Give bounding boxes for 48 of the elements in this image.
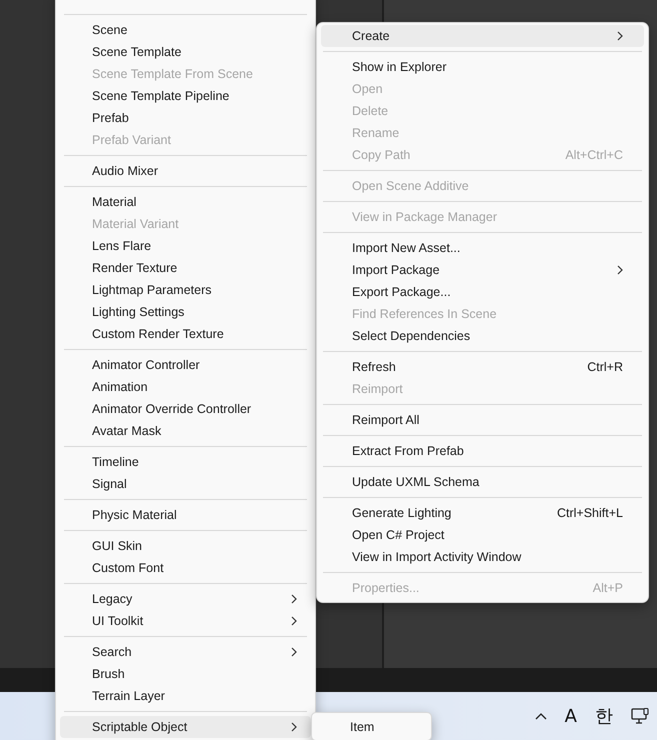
menu-item[interactable]: Import New Asset... bbox=[321, 237, 644, 259]
chevron-up-icon[interactable] bbox=[534, 712, 547, 720]
menu-item[interactable]: Audio Mixer bbox=[60, 160, 311, 182]
menu-item[interactable]: UI Toolkit bbox=[60, 610, 311, 632]
menu-item[interactable]: Avatar Mask bbox=[60, 420, 311, 442]
menu-item[interactable]: Scriptable Object bbox=[60, 716, 311, 738]
menu-item[interactable]: Material bbox=[60, 191, 311, 213]
menu-item[interactable]: Select Dependencies bbox=[321, 325, 644, 347]
menu-item[interactable]: Legacy bbox=[60, 588, 311, 610]
menu-item[interactable]: Import Package bbox=[321, 259, 644, 281]
input-indicator[interactable]: 한 bbox=[595, 704, 613, 728]
menu-item[interactable]: Reimport All bbox=[321, 409, 644, 431]
menu-item[interactable]: Extract From Prefab bbox=[321, 440, 644, 462]
menu-item[interactable]: Search bbox=[60, 641, 311, 663]
menu-item[interactable]: Animation bbox=[60, 376, 311, 398]
menu-item[interactable]: Export Package... bbox=[321, 281, 644, 303]
menu-item[interactable]: Prefab bbox=[60, 107, 311, 129]
shortcut-label: Alt+Ctrl+C bbox=[565, 148, 623, 162]
monitor-icon[interactable] bbox=[631, 708, 649, 724]
menu-item[interactable]: Animator Override Controller bbox=[60, 398, 311, 420]
shortcut-label: Ctrl+Shift+L bbox=[556, 506, 623, 520]
menu-item[interactable]: Brush bbox=[60, 663, 311, 685]
menu-item[interactable]: Scene Template bbox=[60, 41, 311, 63]
menu-item[interactable]: Lens Flare bbox=[60, 235, 311, 257]
menu-item[interactable]: Animator Controller bbox=[60, 354, 311, 376]
menu-item[interactable]: Custom Font bbox=[60, 557, 311, 579]
menu-item[interactable]: Generate Lighting Ctrl+Shift+L bbox=[321, 502, 644, 524]
menu-item[interactable]: Signal bbox=[60, 473, 311, 495]
menu-item[interactable]: Lighting Settings bbox=[60, 301, 311, 323]
menu-item[interactable]: Show in Explorer bbox=[321, 56, 644, 78]
menu-item[interactable]: Lightmap Parameters bbox=[60, 279, 311, 301]
menu-item[interactable]: View in Import Activity Window bbox=[321, 546, 644, 568]
menu-item[interactable]: Scene Template Pipeline bbox=[60, 85, 311, 107]
menu-item[interactable]: Create bbox=[321, 25, 644, 47]
menu-item[interactable]: Update UXML Schema bbox=[321, 471, 644, 493]
menu-item[interactable]: Open C# Project bbox=[321, 524, 644, 546]
menu-item[interactable]: Custom Render Texture bbox=[60, 323, 311, 345]
shortcut-label: Alt+P bbox=[592, 581, 623, 595]
menu-item[interactable]: Render Texture bbox=[60, 257, 311, 279]
input-indicator[interactable]: A bbox=[564, 706, 577, 726]
menu-item[interactable]: Item bbox=[315, 715, 428, 738]
menu-item[interactable]: Terrain Layer bbox=[60, 685, 311, 707]
menu-item[interactable]: GUI Skin bbox=[60, 535, 311, 557]
menu-item[interactable]: Refresh Ctrl+R bbox=[321, 356, 644, 378]
menu-item[interactable]: Scene bbox=[60, 19, 311, 41]
menu-item[interactable]: Physic Material bbox=[60, 504, 311, 526]
shortcut-label: Ctrl+R bbox=[587, 360, 623, 374]
menu-item[interactable]: Timeline bbox=[60, 451, 311, 473]
